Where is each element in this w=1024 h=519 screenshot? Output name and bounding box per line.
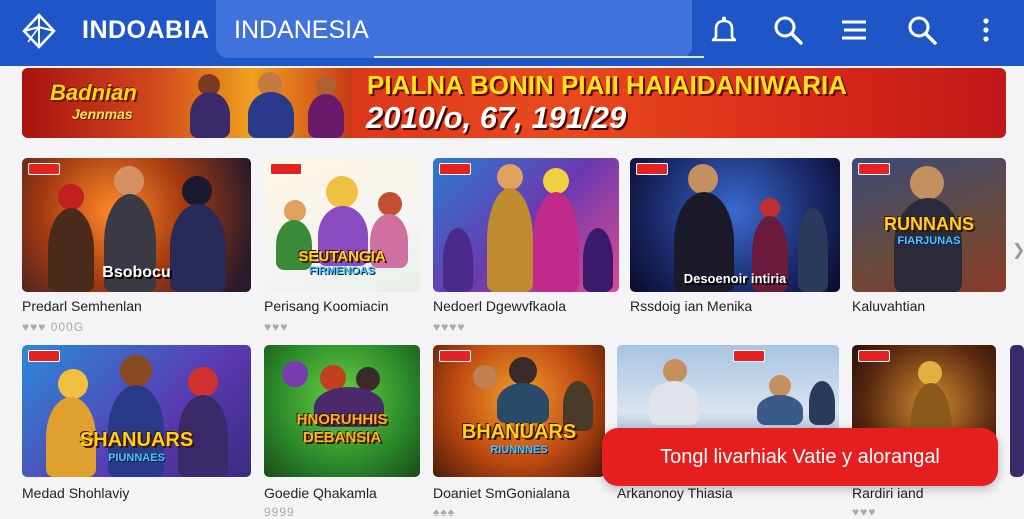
search-input[interactable]: INDANESIA — [234, 16, 369, 45]
menu-icon[interactable] — [836, 12, 872, 48]
toast-text: Tongl livarhiak Vatie y alorangal — [660, 445, 940, 468]
search-underline — [374, 56, 704, 58]
game-title[interactable]: Arkanonoy Thiasia — [617, 485, 733, 501]
hot-badge — [28, 350, 60, 362]
game-logo: SEUTANGIA FIRMENOAS — [298, 248, 386, 277]
game-title[interactable]: Medad Shohlaviy — [22, 485, 129, 501]
hot-badge — [858, 163, 890, 175]
game-logo: RUNNANS FIARJUNAS — [884, 214, 974, 247]
game-rating: ♥♥♥ — [852, 505, 877, 519]
hot-badge — [439, 350, 471, 362]
chevron-right-icon[interactable]: ❯ — [1012, 240, 1024, 260]
game-title[interactable]: Perisang Koomiacin — [264, 298, 389, 314]
game-rating: 9999 — [264, 505, 295, 519]
hot-badge — [270, 163, 302, 175]
game-title[interactable]: Rssdoig ian Menika — [630, 298, 752, 314]
game-thumbnail: HNORUHHIS DEBANSIA — [264, 345, 420, 477]
promo-banner[interactable]: Badnian Jennmas PIALNA BONIN PIAII HAIAI… — [22, 68, 1006, 138]
game-title[interactable]: Predarl Semhenlan — [22, 298, 142, 314]
search-icon[interactable] — [770, 12, 806, 48]
toast-notification[interactable]: Tongl livarhiak Vatie y alorangal — [602, 428, 998, 486]
banner-title: PIALNA BONIN PIAII HAIAIDANIWARIA — [367, 70, 848, 100]
game-thumbnail — [1010, 345, 1024, 477]
hot-badge — [636, 163, 668, 175]
thumbnail-caption: Bsobocu — [102, 264, 171, 281]
game-title[interactable]: Rardiri iand — [852, 485, 924, 501]
more-vertical-icon[interactable] — [968, 12, 1004, 48]
game-rating: ♥♥♥ 000G — [22, 320, 85, 334]
banner-logo: Badnian Jennmas — [50, 80, 137, 122]
game-thumbnail: RUNNANS FIARJUNAS — [852, 158, 1006, 292]
game-title[interactable]: Doaniet SmGonialana — [433, 485, 570, 501]
game-thumbnail — [433, 158, 619, 292]
notification-bell-icon[interactable] — [706, 12, 742, 48]
game-rating: ♥♥♥ — [264, 320, 289, 334]
thumbnail-caption: Desoenoir intiria — [683, 271, 787, 286]
search-icon[interactable] — [904, 12, 940, 48]
hot-badge — [858, 350, 890, 362]
top-bar: INDOABIA INDANESIA — [0, 0, 1024, 66]
game-thumbnail: SHANUARS PIUNNAES — [22, 345, 251, 477]
hot-badge — [28, 163, 60, 175]
game-thumbnail: SEUTANGIA FIRMENOAS — [264, 158, 420, 292]
game-logo: HNORUHHIS DEBANSIA — [296, 411, 388, 446]
brand-name[interactable]: INDOABIA — [82, 16, 210, 45]
game-logo: BHANUARS RIUNNNES — [461, 421, 577, 456]
logo-icon[interactable] — [20, 12, 58, 50]
game-thumbnail: Bsobocu — [22, 158, 251, 292]
game-title[interactable]: Goedie Qhakamla — [264, 485, 377, 501]
banner-subtitle: 2010/o, 67, 191/29 — [366, 100, 627, 135]
hot-badge — [439, 163, 471, 175]
game-thumbnail: Desoenoir intiria — [630, 158, 840, 292]
game-rating: ♥♥♥♥ — [433, 320, 466, 334]
game-title[interactable]: Kaluvahtian — [852, 298, 925, 314]
hot-badge — [733, 350, 765, 362]
game-title[interactable]: Nedoerl Dgewvfkaola — [433, 298, 566, 314]
game-logo: SHANUARS PIUNNAES — [79, 429, 194, 464]
game-thumbnail: BHANUARS RIUNNNES — [433, 345, 605, 477]
game-rating: ♠♠♠ — [433, 505, 456, 519]
search-box[interactable]: INDANESIA — [216, 0, 704, 58]
